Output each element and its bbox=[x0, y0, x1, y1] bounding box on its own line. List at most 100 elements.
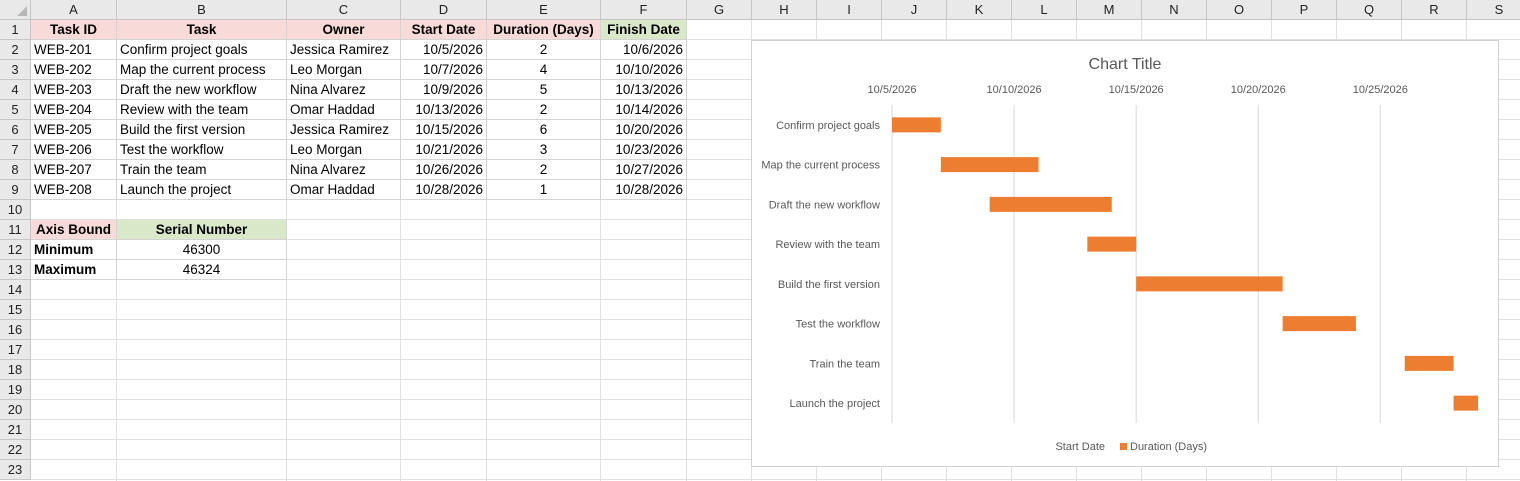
header-task-id[interactable]: Task ID bbox=[31, 20, 117, 40]
column-header-m[interactable]: M bbox=[1077, 0, 1142, 20]
column-header-b[interactable]: B bbox=[117, 0, 287, 20]
cell-finish-date[interactable]: 10/20/2026 bbox=[601, 120, 687, 140]
header-finish-date[interactable]: Finish Date bbox=[601, 20, 687, 40]
column-header-e[interactable]: E bbox=[487, 0, 601, 20]
cell-start-date[interactable]: 10/28/2026 bbox=[401, 180, 487, 200]
select-all-corner[interactable] bbox=[0, 0, 31, 20]
row-header-23[interactable]: 23 bbox=[0, 460, 31, 480]
cell-finish-date[interactable]: 10/27/2026 bbox=[601, 160, 687, 180]
header-duration[interactable]: Duration (Days) bbox=[487, 20, 601, 40]
header-start-date[interactable]: Start Date bbox=[401, 20, 487, 40]
header-task[interactable]: Task bbox=[117, 20, 287, 40]
cell-task-id[interactable]: WEB-208 bbox=[31, 180, 117, 200]
column-header-i[interactable]: I bbox=[817, 0, 882, 20]
cell-minimum-value[interactable]: 46300 bbox=[117, 240, 287, 260]
cell-finish-date[interactable]: 10/10/2026 bbox=[601, 60, 687, 80]
cell-maximum-value[interactable]: 46324 bbox=[117, 260, 287, 280]
row-header-5[interactable]: 5 bbox=[0, 100, 31, 120]
header-serial-number[interactable]: Serial Number bbox=[117, 220, 287, 240]
header-axis-bound[interactable]: Axis Bound bbox=[31, 220, 117, 240]
cell-owner[interactable]: Leo Morgan bbox=[287, 60, 401, 80]
column-header-l[interactable]: L bbox=[1012, 0, 1077, 20]
row-header-1[interactable]: 1 bbox=[0, 20, 31, 40]
column-header-f[interactable]: F bbox=[601, 0, 687, 20]
cell-maximum-label[interactable]: Maximum bbox=[31, 260, 117, 280]
row-header-16[interactable]: 16 bbox=[0, 320, 31, 340]
cell-duration[interactable]: 2 bbox=[487, 160, 601, 180]
cell-start-date[interactable]: 10/5/2026 bbox=[401, 40, 487, 60]
row-header-3[interactable]: 3 bbox=[0, 60, 31, 80]
cell-duration[interactable]: 2 bbox=[487, 100, 601, 120]
cell-duration[interactable]: 2 bbox=[487, 40, 601, 60]
cell-duration[interactable]: 6 bbox=[487, 120, 601, 140]
cell-start-date[interactable]: 10/13/2026 bbox=[401, 100, 487, 120]
cell-task[interactable]: Draft the new workflow bbox=[117, 80, 287, 100]
row-header-11[interactable]: 11 bbox=[0, 220, 31, 240]
column-header-s[interactable]: S bbox=[1467, 0, 1520, 20]
row-header-19[interactable]: 19 bbox=[0, 380, 31, 400]
cell-duration[interactable]: 1 bbox=[487, 180, 601, 200]
header-owner[interactable]: Owner bbox=[287, 20, 401, 40]
cell-minimum-label[interactable]: Minimum bbox=[31, 240, 117, 260]
cell-owner[interactable]: Omar Haddad bbox=[287, 100, 401, 120]
cell-task-id[interactable]: WEB-207 bbox=[31, 160, 117, 180]
row-header-8[interactable]: 8 bbox=[0, 160, 31, 180]
cell-task-id[interactable]: WEB-206 bbox=[31, 140, 117, 160]
cell-start-date[interactable]: 10/26/2026 bbox=[401, 160, 487, 180]
cell-owner[interactable]: Nina Alvarez bbox=[287, 160, 401, 180]
row-header-7[interactable]: 7 bbox=[0, 140, 31, 160]
cell-duration[interactable]: 3 bbox=[487, 140, 601, 160]
cell-finish-date[interactable]: 10/28/2026 bbox=[601, 180, 687, 200]
cell-start-date[interactable]: 10/9/2026 bbox=[401, 80, 487, 100]
row-header-17[interactable]: 17 bbox=[0, 340, 31, 360]
cell-task[interactable]: Test the workflow bbox=[117, 140, 287, 160]
cell-finish-date[interactable]: 10/23/2026 bbox=[601, 140, 687, 160]
row-header-2[interactable]: 2 bbox=[0, 40, 31, 60]
column-header-j[interactable]: J bbox=[882, 0, 947, 20]
cell-task-id[interactable]: WEB-205 bbox=[31, 120, 117, 140]
cell-task-id[interactable]: WEB-202 bbox=[31, 60, 117, 80]
row-header-12[interactable]: 12 bbox=[0, 240, 31, 260]
row-header-4[interactable]: 4 bbox=[0, 80, 31, 100]
cell-task[interactable]: Launch the project bbox=[117, 180, 287, 200]
cell-task-id[interactable]: WEB-204 bbox=[31, 100, 117, 120]
column-header-c[interactable]: C bbox=[287, 0, 401, 20]
row-header-22[interactable]: 22 bbox=[0, 440, 31, 460]
cell-task[interactable]: Map the current process bbox=[117, 60, 287, 80]
gantt-chart[interactable]: Chart Title 10/5/2026 10/10/2026 10/15/2026… bbox=[751, 40, 1499, 467]
cell-owner[interactable]: Omar Haddad bbox=[287, 180, 401, 200]
cell-task-id[interactable]: WEB-201 bbox=[31, 40, 117, 60]
row-header-15[interactable]: 15 bbox=[0, 300, 31, 320]
cell-start-date[interactable]: 10/21/2026 bbox=[401, 140, 487, 160]
cell-start-date[interactable]: 10/15/2026 bbox=[401, 120, 487, 140]
column-header-q[interactable]: Q bbox=[1337, 0, 1402, 20]
cell-task[interactable]: Build the first version bbox=[117, 120, 287, 140]
column-header-h[interactable]: H bbox=[752, 0, 817, 20]
cell-finish-date[interactable]: 10/13/2026 bbox=[601, 80, 687, 100]
cell-owner[interactable]: Leo Morgan bbox=[287, 140, 401, 160]
cell-task[interactable]: Train the team bbox=[117, 160, 287, 180]
row-header-13[interactable]: 13 bbox=[0, 260, 31, 280]
row-header-10[interactable]: 10 bbox=[0, 200, 31, 220]
cell-task-id[interactable]: WEB-203 bbox=[31, 80, 117, 100]
cell-owner[interactable]: Jessica Ramirez bbox=[287, 120, 401, 140]
column-header-d[interactable]: D bbox=[401, 0, 487, 20]
row-header-9[interactable]: 9 bbox=[0, 180, 31, 200]
cell-duration[interactable]: 4 bbox=[487, 60, 601, 80]
row-header-18[interactable]: 18 bbox=[0, 360, 31, 380]
column-header-n[interactable]: N bbox=[1142, 0, 1207, 20]
cell-task[interactable]: Confirm project goals bbox=[117, 40, 287, 60]
cell-owner[interactable]: Jessica Ramirez bbox=[287, 40, 401, 60]
cell-finish-date[interactable]: 10/6/2026 bbox=[601, 40, 687, 60]
cell-finish-date[interactable]: 10/14/2026 bbox=[601, 100, 687, 120]
column-header-g[interactable]: G bbox=[687, 0, 752, 20]
column-header-r[interactable]: R bbox=[1402, 0, 1467, 20]
column-header-a[interactable]: A bbox=[31, 0, 117, 20]
cell-start-date[interactable]: 10/7/2026 bbox=[401, 60, 487, 80]
column-header-o[interactable]: O bbox=[1207, 0, 1272, 20]
cell-task[interactable]: Review with the team bbox=[117, 100, 287, 120]
column-header-k[interactable]: K bbox=[947, 0, 1012, 20]
row-header-20[interactable]: 20 bbox=[0, 400, 31, 420]
cell-duration[interactable]: 5 bbox=[487, 80, 601, 100]
row-header-14[interactable]: 14 bbox=[0, 280, 31, 300]
